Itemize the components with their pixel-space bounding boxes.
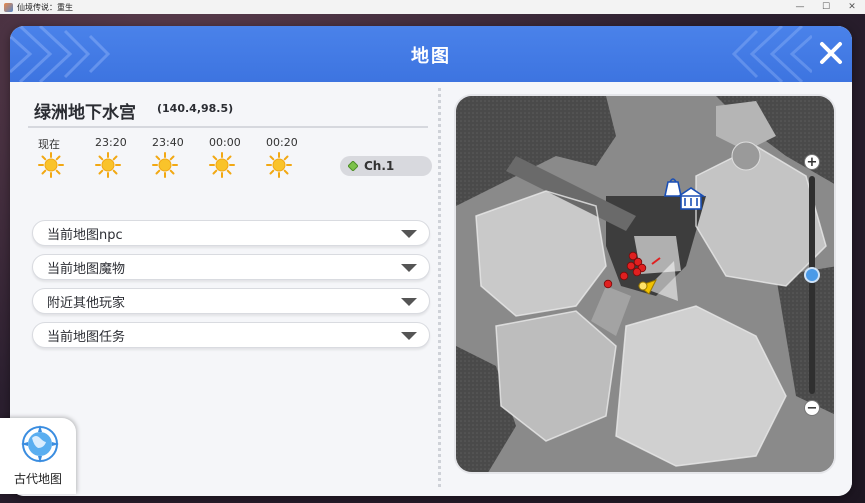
dropdown-map-monsters[interactable]: 当前地图魔物: [32, 254, 430, 280]
weather-time: 00:00: [209, 136, 241, 149]
dialog-header: 地图: [10, 26, 852, 82]
chevron-down-icon: [401, 332, 417, 340]
location-coords: (140.4,98.5): [157, 102, 234, 115]
minimap-view[interactable]: [454, 94, 836, 474]
channel-selector[interactable]: Ch.1: [340, 156, 432, 176]
weather-time: 23:20: [95, 136, 127, 149]
weather-time: 现在: [38, 138, 60, 151]
weather-slot: 23:20: [95, 136, 152, 178]
map-terrain: [456, 96, 834, 472]
sun-icon: [266, 152, 292, 178]
compass-globe-icon: [21, 425, 59, 463]
zoom-slider-handle[interactable]: [804, 266, 820, 283]
dropdown-label: 附近其他玩家: [47, 295, 126, 311]
chevron-down-icon: [401, 230, 417, 238]
app-icon: [4, 2, 13, 12]
zoom-slider-track[interactable]: [809, 176, 815, 394]
chevron-down-icon: [401, 298, 417, 306]
zoom-out-button[interactable]: −: [804, 400, 820, 416]
location-name: 绿洲地下水宫: [34, 103, 136, 123]
dialog-title: 地图: [411, 46, 451, 67]
dropdown-map-npc[interactable]: 当前地图npc: [32, 220, 430, 246]
dropdown-label: 当前地图npc: [47, 227, 123, 243]
chevron-down-icon: [401, 264, 417, 272]
sun-icon: [209, 152, 235, 178]
dropdown-label: 当前地图任务: [47, 329, 126, 345]
dropdown-nearby-players[interactable]: 附近其他玩家: [32, 288, 430, 314]
weather-slot: 现在: [38, 136, 95, 178]
weather-slot: 23:40: [152, 136, 209, 178]
dialog-body: 绿洲地下水宫 (140.4,98.5) 现在 23:20 23:40 00:00: [10, 82, 852, 496]
ancient-map-button[interactable]: 古代地图: [0, 418, 76, 494]
maximize-icon[interactable]: ☐: [812, 0, 840, 14]
window-titlebar: 仙境传说：重生 — ☐ ✕: [0, 0, 865, 14]
sun-icon: [95, 152, 121, 178]
map-info-panel: 绿洲地下水宫 (140.4,98.5) 现在 23:20 23:40 00:00: [24, 90, 432, 490]
minimize-icon[interactable]: —: [786, 0, 814, 14]
zoom-in-button[interactable]: +: [804, 154, 820, 170]
sun-icon: [38, 152, 64, 178]
channel-diamond-icon: [348, 161, 358, 171]
window-title: 仙境传说：重生: [17, 2, 73, 12]
dropdown-label: 当前地图魔物: [47, 261, 126, 277]
window-close-icon[interactable]: ✕: [838, 0, 865, 14]
dropdown-map-quests[interactable]: 当前地图任务: [32, 322, 430, 348]
weather-forecast: 现在 23:20 23:40 00:00 00:20: [38, 136, 323, 178]
weather-slot: 00:00: [209, 136, 266, 178]
sun-icon: [152, 152, 178, 178]
map-dialog: 地图 绿洲地下水宫 (140.4,98.5) 现在 23:20 23:40 00…: [10, 26, 852, 496]
ancient-map-label: 古代地图: [13, 472, 62, 486]
weather-time: 00:20: [266, 136, 298, 149]
weather-time: 23:40: [152, 136, 184, 149]
panel-divider: [438, 88, 441, 488]
close-icon[interactable]: [816, 38, 846, 68]
weather-slot: 00:20: [266, 136, 323, 178]
channel-label: Ch.1: [364, 159, 395, 173]
title-underline: [28, 126, 428, 128]
